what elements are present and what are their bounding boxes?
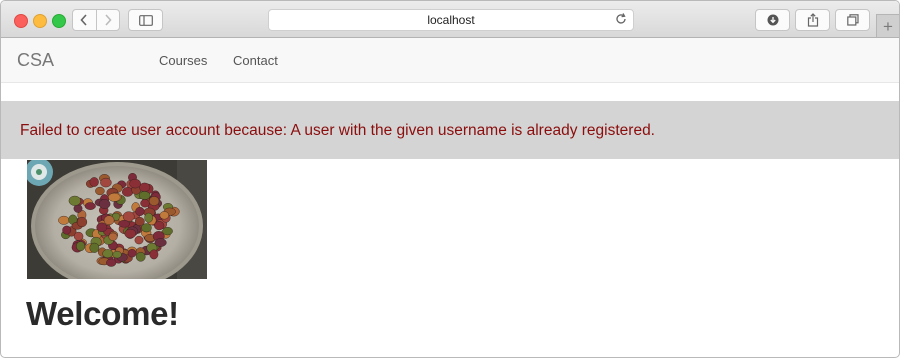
site-navbar: CSA Courses Contact: [1, 38, 899, 83]
show-tabs-button[interactable]: [835, 9, 870, 31]
welcome-heading: Welcome!: [26, 295, 179, 332]
plus-icon: +: [883, 16, 893, 36]
maximize-window-button[interactable]: [52, 14, 66, 28]
browser-toolbar: localhost +: [1, 1, 899, 38]
forward-icon: [105, 14, 112, 26]
basket-of-fruit-photo: [27, 160, 207, 279]
browser-window: localhost + CSA Courses Contact Failed t…: [0, 0, 900, 358]
back-icon: [80, 14, 87, 26]
minimize-window-button[interactable]: [33, 14, 47, 28]
share-icon: [807, 13, 818, 27]
download-icon: [767, 14, 778, 26]
history-nav-group: [72, 9, 120, 31]
brand-link[interactable]: CSA: [17, 50, 54, 71]
address-bar[interactable]: localhost: [268, 9, 634, 31]
share-button[interactable]: [795, 9, 830, 31]
forward-button[interactable]: [95, 10, 120, 30]
back-button[interactable]: [73, 10, 96, 30]
error-message: Failed to create user account because: A…: [20, 122, 655, 139]
downloads-button[interactable]: [755, 9, 790, 31]
url-text: localhost: [427, 13, 475, 27]
nav-link-contact[interactable]: Contact: [233, 53, 278, 68]
sidebar-icon: [138, 14, 153, 26]
error-alert: Failed to create user account because: A…: [1, 101, 899, 159]
close-window-button[interactable]: [14, 14, 28, 28]
tabs-icon: [846, 14, 859, 26]
reload-icon[interactable]: [615, 13, 627, 25]
nav-link-courses[interactable]: Courses: [159, 53, 207, 68]
sidebar-button[interactable]: [128, 9, 163, 31]
new-tab-button[interactable]: +: [876, 14, 899, 37]
